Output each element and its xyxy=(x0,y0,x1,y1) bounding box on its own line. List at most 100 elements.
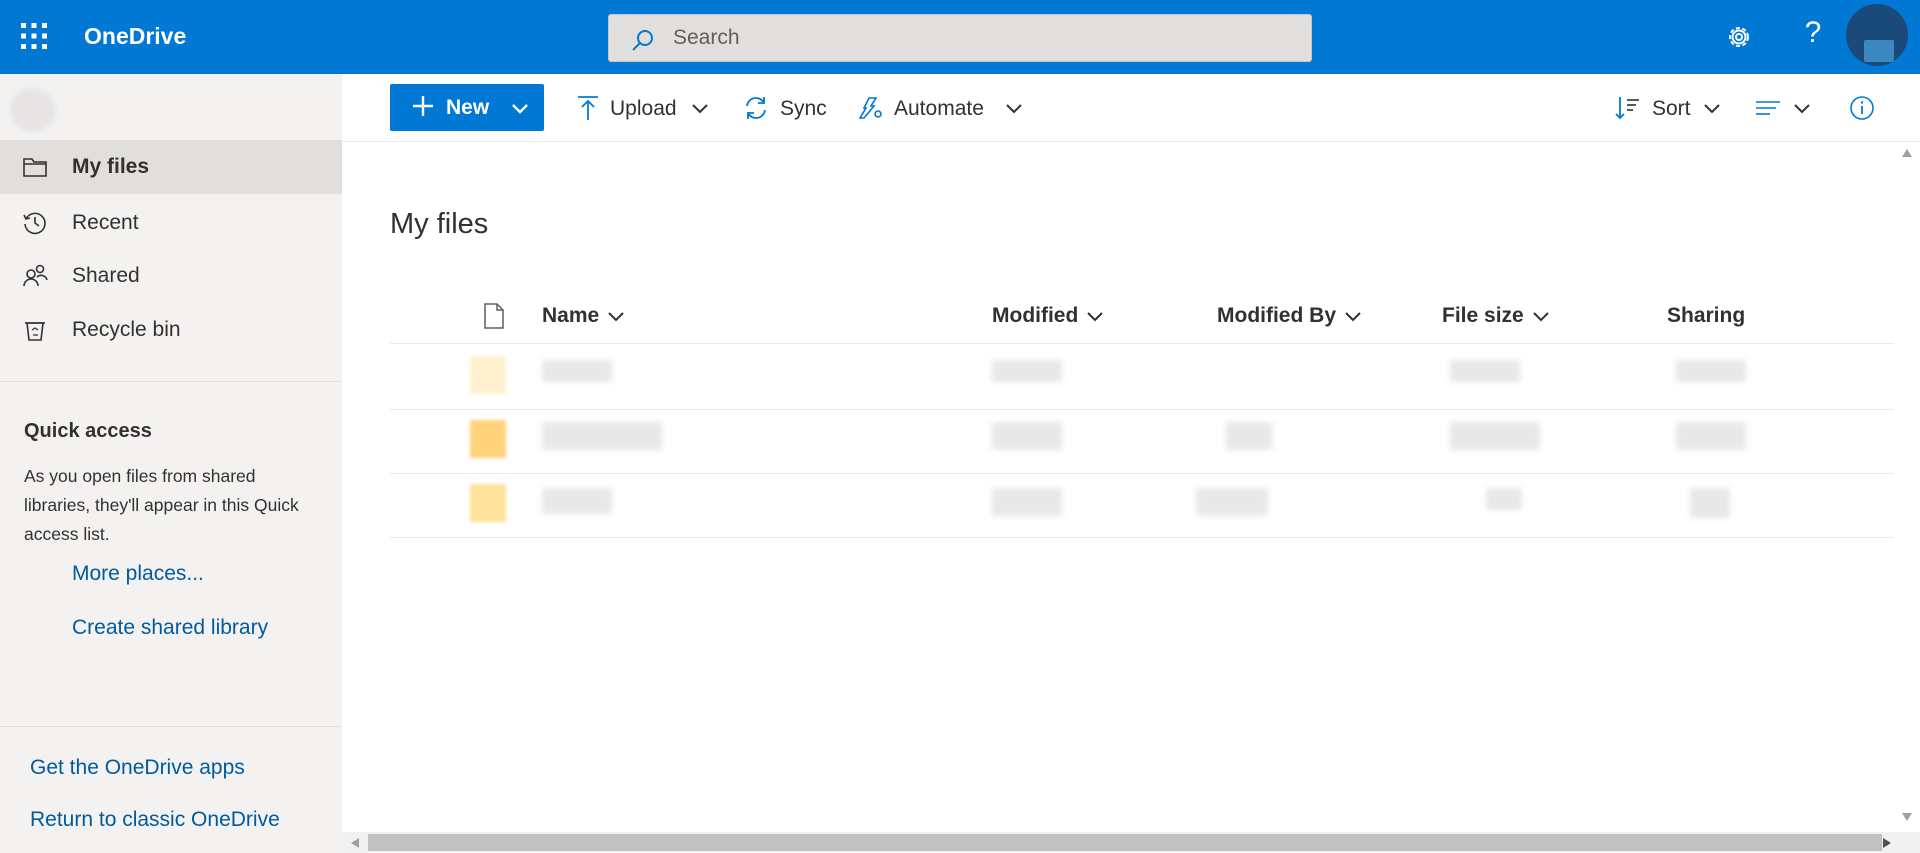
return-to-classic-link[interactable]: Return to classic OneDrive xyxy=(30,808,280,832)
sort-icon xyxy=(1615,97,1639,120)
file-size-obscured xyxy=(1450,422,1540,450)
sync-label: Sync xyxy=(780,97,827,120)
recycle-bin-icon xyxy=(25,322,45,341)
vertical-scrollbar[interactable] xyxy=(1894,142,1920,832)
sync-button[interactable]: Sync xyxy=(742,84,832,131)
settings-gear-icon[interactable] xyxy=(1724,22,1754,52)
upload-button[interactable]: Upload xyxy=(574,84,714,131)
sync-icon xyxy=(746,97,766,119)
scroll-up-arrow-icon[interactable] xyxy=(1901,148,1913,158)
modified-obscured xyxy=(992,488,1062,516)
column-header-label: Modified xyxy=(992,304,1079,327)
file-size-obscured xyxy=(1486,488,1522,510)
file-type-icon[interactable] xyxy=(482,302,506,330)
nav-item-label: Shared xyxy=(72,264,140,287)
nav-item-shared[interactable]: Shared xyxy=(0,249,342,303)
sort-label: Sort xyxy=(1652,97,1691,120)
modified-by-obscured xyxy=(1196,488,1268,516)
folder-icon xyxy=(470,356,506,394)
account-avatar[interactable] xyxy=(1846,4,1908,66)
nav-item-my-files[interactable]: My files xyxy=(0,140,342,194)
user-avatar-placeholder xyxy=(10,88,56,132)
file-name-obscured xyxy=(542,488,612,514)
sharing-obscured xyxy=(1676,422,1746,450)
search-icon xyxy=(632,30,653,51)
left-navigation: My files Recent Shared Recycle bin Quick… xyxy=(0,74,342,853)
chevron-down-icon xyxy=(1345,312,1361,322)
column-header-label: Sharing xyxy=(1667,304,1746,327)
view-options-button[interactable] xyxy=(1754,84,1814,131)
quick-access-description: As you open files from shared libraries,… xyxy=(24,466,299,544)
file-size-obscured xyxy=(1450,360,1520,382)
horizontal-scrollbar[interactable] xyxy=(342,832,1920,853)
chevron-down-icon xyxy=(1087,312,1104,322)
nav-divider xyxy=(0,726,342,727)
new-button[interactable]: New xyxy=(390,84,544,131)
column-header-modified-by[interactable]: Modified By xyxy=(1217,304,1362,328)
modified-by-obscured xyxy=(1226,422,1272,450)
column-header-label: File size xyxy=(1442,304,1524,327)
get-onedrive-apps-link[interactable]: Get the OneDrive apps xyxy=(30,756,245,780)
nav-item-label: My files xyxy=(72,155,150,178)
nav-item-recent[interactable]: Recent xyxy=(0,196,342,250)
folder-icon xyxy=(470,484,506,522)
chevron-down-icon xyxy=(1704,104,1720,114)
automate-button[interactable]: Automate xyxy=(856,84,1026,131)
file-row[interactable] xyxy=(390,474,1894,538)
scrollbar-thumb[interactable] xyxy=(368,834,1882,851)
new-button-label: New xyxy=(446,96,490,119)
column-header-label: Name xyxy=(542,304,600,327)
main-content: My files Name Modified Modified By File … xyxy=(342,142,1894,832)
file-name-obscured xyxy=(542,360,612,382)
list-view-icon xyxy=(1756,101,1780,115)
nav-item-label: Recycle bin xyxy=(72,318,181,341)
app-title[interactable]: OneDrive xyxy=(84,23,186,50)
column-header-label: Modified By xyxy=(1217,304,1336,327)
scroll-left-arrow-icon[interactable] xyxy=(350,837,360,849)
chevron-down-icon xyxy=(1794,104,1810,114)
file-row[interactable] xyxy=(390,410,1894,474)
modified-obscured xyxy=(992,422,1062,450)
modified-obscured xyxy=(992,360,1062,382)
sharing-obscured xyxy=(1690,488,1730,518)
search-box[interactable] xyxy=(608,14,1312,62)
chevron-down-icon xyxy=(608,312,624,322)
sort-button[interactable]: Sort xyxy=(1614,84,1724,131)
more-places-link[interactable]: More places... xyxy=(72,562,204,586)
file-list-header: Name Modified Modified By File size Shar… xyxy=(390,288,1894,344)
clock-icon xyxy=(23,212,46,235)
column-header-file-size[interactable]: File size xyxy=(1442,304,1550,328)
help-icon[interactable]: ? xyxy=(1798,16,1828,56)
upload-icon xyxy=(578,96,598,120)
nav-divider xyxy=(0,381,342,382)
page-title: My files xyxy=(390,208,489,240)
folder-icon xyxy=(23,158,47,177)
file-row[interactable] xyxy=(390,346,1894,410)
scroll-down-arrow-icon[interactable] xyxy=(1901,812,1913,822)
chevron-down-icon xyxy=(1532,312,1549,322)
info-icon xyxy=(1850,96,1874,120)
nav-item-label: Recent xyxy=(72,211,139,234)
upload-label: Upload xyxy=(610,97,677,120)
people-icon xyxy=(23,264,48,287)
automate-icon xyxy=(858,97,882,119)
create-shared-library-link[interactable]: Create shared library xyxy=(72,616,268,640)
sharing-obscured xyxy=(1676,360,1746,382)
app-launcher-icon[interactable] xyxy=(20,22,48,50)
chevron-down-icon xyxy=(512,104,528,114)
search-input[interactable] xyxy=(673,15,1293,61)
column-header-sharing[interactable]: Sharing xyxy=(1667,304,1745,328)
quick-access-title: Quick access xyxy=(24,420,152,442)
automate-label: Automate xyxy=(894,97,984,120)
command-bar: New Upload Sync Automate Sort xyxy=(342,74,1920,142)
column-header-name[interactable]: Name xyxy=(542,304,625,328)
details-pane-button[interactable] xyxy=(1848,84,1878,131)
scroll-right-arrow-icon[interactable] xyxy=(1882,837,1892,849)
suite-header: OneDrive ? xyxy=(0,0,1920,74)
column-header-modified[interactable]: Modified xyxy=(992,304,1104,328)
folder-icon xyxy=(470,420,506,458)
file-name-obscured xyxy=(542,422,662,450)
nav-item-recycle-bin[interactable]: Recycle bin xyxy=(0,303,342,357)
chevron-down-icon xyxy=(692,104,708,114)
plus-icon xyxy=(413,96,433,116)
